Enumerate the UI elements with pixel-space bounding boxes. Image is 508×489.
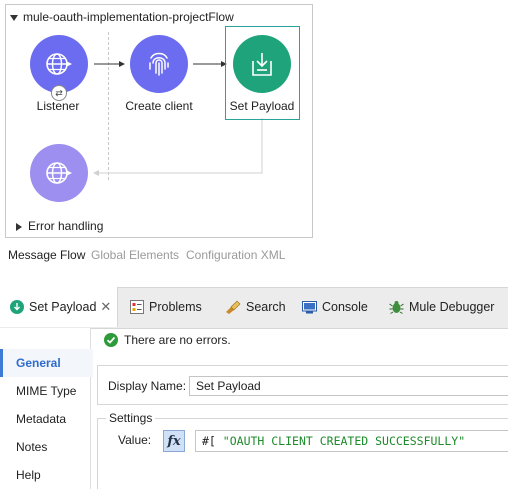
tab-console-label: Console bbox=[322, 300, 368, 314]
error-handling-label: Error handling bbox=[28, 219, 104, 233]
bug-icon bbox=[389, 300, 404, 314]
expression-string: "OAUTH CLIENT CREATED SUCCESSFULLY" bbox=[222, 434, 466, 448]
error-handling-section[interactable]: Error handling bbox=[16, 219, 103, 233]
tab-search-label: Search bbox=[246, 300, 286, 314]
set-payload-icon bbox=[252, 53, 272, 76]
settings-group bbox=[97, 418, 508, 489]
tab-global-elements[interactable]: Global Elements bbox=[91, 248, 179, 262]
tab-message-flow[interactable]: Message Flow bbox=[8, 248, 85, 262]
tab-problems-label: Problems bbox=[149, 300, 202, 314]
tab-problems[interactable]: Problems bbox=[130, 287, 202, 327]
tab-search[interactable]: Search bbox=[225, 287, 286, 327]
sidebar-item-metadata[interactable]: Metadata bbox=[0, 405, 90, 433]
tab-mule-debugger[interactable]: Mule Debugger bbox=[389, 287, 494, 327]
value-expression-field[interactable]: #[ "OAUTH CLIENT CREATED SUCCESSFULLY" bbox=[195, 430, 508, 452]
tab-mule-debugger-label: Mule Debugger bbox=[409, 300, 495, 314]
tab-configuration-xml[interactable]: Configuration XML bbox=[186, 248, 285, 262]
create-client-node[interactable] bbox=[130, 35, 188, 93]
search-flashlight-icon bbox=[225, 300, 241, 314]
status-text: There are no errors. bbox=[124, 333, 231, 347]
sidebar-item-label: Notes bbox=[16, 440, 48, 454]
tab-set-payload[interactable]: Set Payload ✕ bbox=[0, 287, 118, 327]
display-name-field[interactable]: Set Payload bbox=[189, 376, 508, 396]
expression-prefix: #[ bbox=[202, 434, 216, 448]
check-circle-icon bbox=[104, 333, 118, 347]
expand-chevron-icon[interactable] bbox=[16, 222, 22, 231]
listener-label: Listener bbox=[36, 99, 80, 113]
sidebar-item-help[interactable]: Help bbox=[0, 461, 90, 489]
value-label: Value: bbox=[118, 433, 152, 447]
status-message: There are no errors. bbox=[104, 333, 231, 347]
tab-set-payload-label: Set Payload bbox=[29, 300, 97, 314]
sidebar-item-mime-type[interactable]: MIME Type bbox=[0, 377, 90, 405]
tab-console[interactable]: Console bbox=[302, 287, 368, 327]
listener-response-node[interactable] bbox=[30, 144, 88, 202]
fingerprint-icon bbox=[149, 52, 169, 76]
set-payload-label: Set Payload bbox=[229, 99, 295, 113]
sidebar-item-general[interactable]: General bbox=[0, 349, 93, 377]
problems-icon bbox=[130, 300, 144, 314]
globe-icon bbox=[46, 53, 72, 75]
sidebar-item-label: MIME Type bbox=[16, 384, 77, 398]
settings-label: Settings bbox=[106, 411, 156, 425]
console-icon bbox=[302, 300, 317, 314]
display-name-value: Set Payload bbox=[196, 379, 261, 393]
fx-toggle-button[interactable]: fx bbox=[163, 430, 185, 452]
sidebar-item-notes[interactable]: Notes bbox=[0, 433, 90, 461]
close-icon[interactable]: ✕ bbox=[100, 299, 111, 315]
set-payload-node[interactable] bbox=[233, 35, 291, 93]
sidebar-item-label: Metadata bbox=[16, 412, 67, 426]
create-client-label: Create client bbox=[125, 99, 193, 113]
display-name-label: Display Name: bbox=[108, 379, 187, 393]
sidebar-item-label: Help bbox=[16, 468, 41, 482]
globe-icon bbox=[46, 162, 72, 184]
set-payload-small-icon bbox=[10, 300, 24, 314]
sidebar-item-label: General bbox=[16, 356, 61, 370]
